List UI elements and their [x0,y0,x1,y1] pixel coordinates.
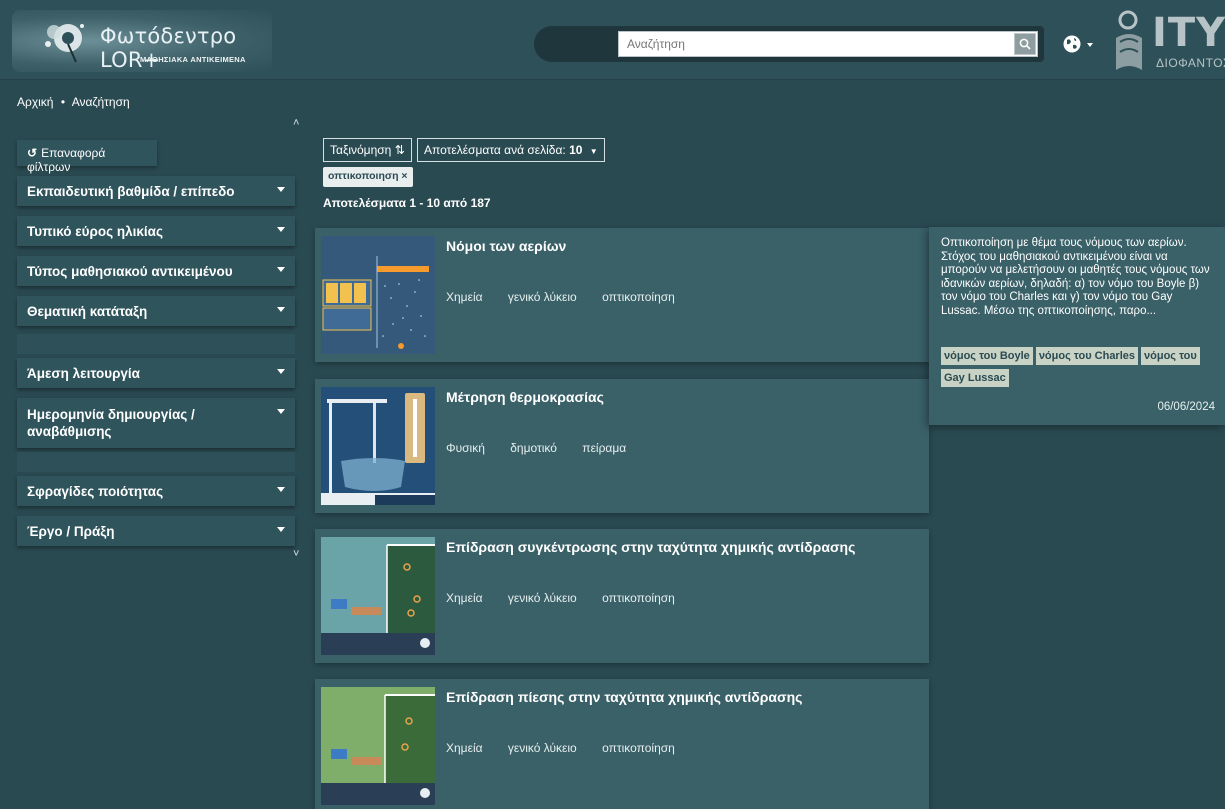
result-tag[interactable]: οπτικοποίηση [602,591,675,605]
reset-icon: ↺ [27,146,38,160]
sidebar-scroll-up-icon[interactable]: ˄ [293,117,299,129]
breadcrumb-home[interactable]: Αρχική [17,95,53,109]
facet-label: Άμεση λειτουργία [27,366,140,381]
search-input[interactable] [618,31,1038,57]
result-preview-popover: Οπτικοποίηση με θέμα τους νόμους των αερ… [929,227,1225,425]
facet-resource-type[interactable]: Τύπος μαθησιακού αντικειμένου [17,256,295,286]
caret-down-icon [277,409,285,414]
site-header: Φωτόδεντρο LOR+ ΜΑΘΗΣΙΑΚΑ ΑΝΤΙΚΕΙΜΕΝΑ ΙΤ… [0,0,1225,80]
caret-down-icon [277,307,285,312]
facet-thematic-classification[interactable]: Θεματική κατάταξη [17,296,295,326]
logo-title: Φωτόδεντρο LOR+ [100,24,237,72]
partner-logo-word: ΙΤΥΕ [1152,10,1225,56]
result-card[interactable]: Επίδραση συγκέντρωσης στην ταχύτητα χημι… [315,529,929,663]
facet-label: Σφραγίδες ποιότητας [27,484,164,499]
facet-quality-seals[interactable]: Σφραγίδες ποιότητας [17,476,295,506]
caret-down-icon [277,527,285,532]
caret-down-icon: ▼ [589,147,598,156]
result-tags: Φυσική δημοτικό πείραμα [446,441,648,455]
result-thumbnail[interactable] [321,236,435,354]
breadcrumb: Αρχική • Αναζήτηση [17,95,134,109]
language-globe-icon [1063,35,1081,53]
search-button[interactable] [1014,33,1036,55]
result-thumbnail[interactable] [321,687,435,805]
logo-subtitle: ΜΑΘΗΣΙΑΚΑ ΑΝΤΙΚΕΙΜΕΝΑ [140,55,246,64]
facet-age-range[interactable]: Τυπικό εύρος ηλικίας [17,216,295,246]
facet-education-level[interactable]: Εκπαιδευτική βαθμίδα / επίπεδο [17,176,295,206]
sidebar-scroll-down-icon[interactable]: ˅ [293,548,299,560]
dandelion-logo-icon [45,24,84,63]
facet-project[interactable]: Έργο / Πράξη [17,516,295,546]
reset-filters-button[interactable]: ↺ Επαναφορά φίλτρων [17,140,157,174]
result-thumbnail[interactable] [321,537,435,655]
preview-keywords: νόμος του Boyle νόμος του Charles νόμος το… [941,347,1221,391]
reaction-pressure-thumbnail-icon [321,687,435,805]
facet-direct-operation[interactable]: Άμεση λειτουργία [17,358,295,388]
result-tag[interactable]: δημοτικό [510,441,557,455]
result-tags: Χημεία γενικό λύκειο οπτικοποίηση [446,591,697,605]
result-tag[interactable]: Φυσική [446,441,485,455]
partner-logo[interactable]: ΙΤΥΕ ΔΙΟΦΑΝΤΟΣ [1112,8,1225,74]
caret-down-icon [277,369,285,374]
reset-filters-label: Επαναφορά φίλτρων [27,146,106,174]
result-tag[interactable]: γενικό λύκειο [508,290,577,304]
keyword-chip[interactable]: Gay Lussac [941,369,1009,387]
site-logo[interactable]: Φωτόδεντρο LOR+ ΜΑΘΗΣΙΑΚΑ ΑΝΤΙΚΕΙΜΕΝΑ [12,10,272,72]
facet-label: Τυπικό εύρος ηλικίας [27,224,164,239]
sort-button[interactable]: Ταξινόμηση ⇅ [323,138,412,162]
result-tags: Χημεία γενικό λύκειο οπτικοποίηση [446,290,697,304]
result-title[interactable]: Νόμοι των αερίων [446,238,566,254]
search-icon [1019,38,1031,50]
per-page-value: 10 [569,143,583,157]
sidebar-spacer [17,334,295,354]
preview-description: Οπτικοποίηση με θέμα τους νόμους των αερ… [941,237,1210,317]
result-card[interactable]: Επίδραση πίεσης στην ταχύτητα χημικής αν… [315,679,929,809]
breadcrumb-separator: • [60,95,66,109]
result-tag[interactable]: οπτικοποίηση [602,741,675,755]
result-card[interactable]: Μέτρηση θερμοκρασίας Φυσική δημοτικό πεί… [315,379,929,513]
breadcrumb-current: Αναζήτηση [71,95,130,109]
caret-down-icon [277,267,285,272]
keyword-chip[interactable]: νόμος του Charles [1035,347,1139,365]
partner-logo-subtitle: ΔΙΟΦΑΝΤΟΣ [1156,56,1225,70]
caret-down-icon [277,187,285,192]
facet-label: Θεματική κατάταξη [27,304,148,319]
result-tags: Χημεία γενικό λύκειο οπτικοποίηση [446,741,697,755]
caret-down-icon [277,227,285,232]
facet-label: Τύπος μαθησιακού αντικειμένου [27,264,233,279]
result-tag[interactable]: Χημεία [446,591,483,605]
result-tag[interactable]: πείραμα [582,441,626,455]
facet-label: Έργο / Πράξη [27,524,115,539]
result-tag[interactable]: οπτικοποίηση [602,290,675,304]
active-filter-chip[interactable]: οπτικοποιηση × [323,167,413,187]
language-selector[interactable] [1062,34,1098,54]
results-per-page-select[interactable]: Αποτελέσματα ανά σελίδα: 10 ▼ [417,138,605,162]
chevron-down-icon [1087,43,1093,47]
result-tag[interactable]: Χημεία [446,741,483,755]
facet-label: Ημερομηνία δημιουργίας / αναβάθμισης [27,407,195,439]
keyword-chip[interactable]: νόμος του [1141,347,1200,365]
result-tag[interactable]: γενικό λύκειο [508,591,577,605]
gas-laws-thumbnail-icon [321,236,435,354]
facet-label: Εκπαιδευτική βαθμίδα / επίπεδο [27,184,235,199]
preview-date: 06/06/2024 [1157,401,1215,413]
result-title[interactable]: Επίδραση πίεσης στην ταχύτητα χημικής αν… [446,689,802,705]
result-thumbnail[interactable] [321,387,435,505]
sort-label: Ταξινόμηση [330,143,392,157]
caret-down-icon [277,487,285,492]
result-tag[interactable]: Χημεία [446,290,483,304]
result-title[interactable]: Μέτρηση θερμοκρασίας [446,389,604,405]
sidebar-spacer [17,452,295,472]
result-card[interactable]: Νόμοι των αερίων Χημεία γενικό λύκειο οπ… [315,228,929,362]
facet-creation-date[interactable]: Ημερομηνία δημιουργίας / αναβάθμισης [17,398,295,448]
results-count: Αποτελέσματα 1 - 10 από 187 [323,196,491,210]
thermometer-thumbnail-icon [321,387,435,505]
per-page-label: Αποτελέσματα ανά σελίδα: [424,143,566,157]
partner-logo-mark-icon [1116,10,1142,70]
result-tag[interactable]: γενικό λύκειο [508,741,577,755]
reaction-concentration-thumbnail-icon [321,537,435,655]
result-title[interactable]: Επίδραση συγκέντρωσης στην ταχύτητα χημι… [446,539,855,555]
sort-arrows-icon: ⇅ [394,143,405,157]
keyword-chip[interactable]: νόμος του Boyle [941,347,1033,365]
